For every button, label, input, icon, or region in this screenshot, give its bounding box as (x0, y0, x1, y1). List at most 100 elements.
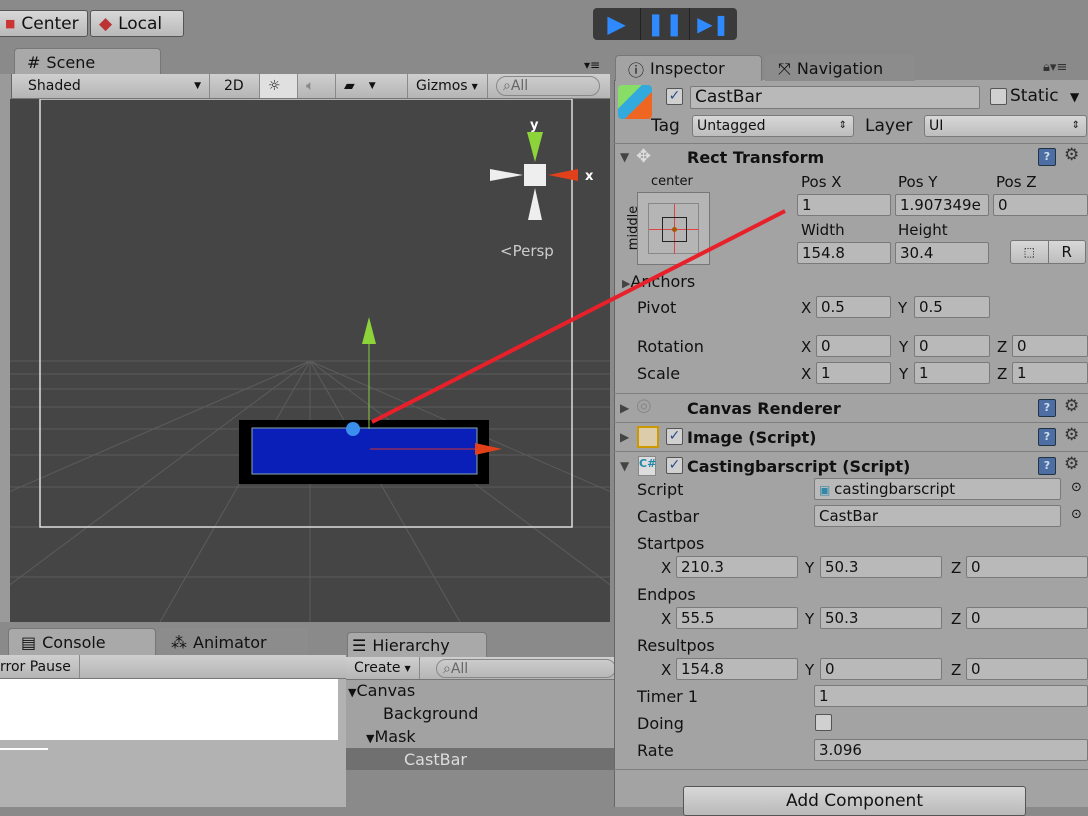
help-icon[interactable]: ? (1038, 457, 1056, 475)
step-button[interactable]: ▶❚ (690, 8, 737, 40)
lock-icon[interactable]: 🔒︎▾≡ (1043, 60, 1067, 75)
startpos-x-field[interactable]: 210.3 (676, 556, 798, 578)
rect-transform-header[interactable]: ▼ ✥ Rect Transform ? ⚙ (614, 143, 1088, 172)
rotation-z-field[interactable]: 0 (1012, 335, 1088, 357)
tab-navigation[interactable]: ⤧ Navigation (765, 55, 915, 81)
scene-search-input[interactable]: ⌕ All (496, 76, 600, 96)
hierarchy-item-canvas[interactable]: ▼Canvas (348, 680, 415, 702)
blueprint-mode-button[interactable]: ⬚ (1011, 241, 1049, 263)
image-icon: ▰ (344, 78, 355, 94)
pos-x-field[interactable]: 1 (797, 194, 891, 216)
search-icon: ⌕ (443, 660, 451, 677)
scene-viewport[interactable]: y x <Persp (10, 99, 610, 622)
gameobject-icon[interactable] (618, 85, 652, 119)
axis-label: X (801, 365, 812, 383)
gear-icon[interactable]: ⚙ (1064, 454, 1079, 474)
static-dropdown-icon[interactable]: ▼ (1070, 90, 1079, 104)
rate-field[interactable]: 3.096 (814, 739, 1088, 761)
help-icon[interactable]: ? (1038, 399, 1056, 417)
gear-icon[interactable]: ⚙ (1064, 145, 1079, 165)
canvas-renderer-header[interactable]: ▶ ◎ Canvas Renderer ? ⚙ (614, 393, 1088, 422)
castingbarscript-header[interactable]: ▼ C# ✓ Castingbarscript (Script) ? ⚙ (614, 451, 1088, 480)
script-field[interactable]: ▣ castingbarscript (814, 478, 1061, 500)
panel-menu-icon[interactable]: ▾≡ (584, 58, 600, 72)
gear-icon[interactable]: ⚙ (1064, 425, 1079, 445)
timer-label: Timer 1 (637, 687, 698, 706)
error-pause-toggle[interactable]: rror Pause (0, 655, 80, 678)
endpos-y-field[interactable]: 50.3 (820, 607, 942, 629)
help-icon[interactable]: ? (1038, 428, 1056, 446)
static-checkbox[interactable] (990, 88, 1007, 105)
tab-inspector[interactable]: ⓘ Inspector (615, 55, 762, 81)
add-component-button[interactable]: Add Component (683, 786, 1026, 816)
endpos-z-field[interactable]: 0 (966, 607, 1088, 629)
gear-icon[interactable]: ⚙ (1064, 396, 1079, 416)
pos-z-field[interactable]: 0 (993, 194, 1088, 216)
shading-dropdown[interactable]: Shaded ▼ (20, 74, 210, 98)
tag-label: Tag (651, 116, 680, 136)
pivot-label: Pivot (637, 298, 677, 317)
hierarchy-item-background[interactable]: Background (383, 703, 478, 725)
startpos-label: Startpos (637, 534, 705, 553)
search-icon: ⌕ (503, 78, 511, 94)
space-local-button[interactable]: ◆ Local (90, 10, 184, 37)
active-checkbox[interactable]: ✓ (666, 88, 683, 105)
hierarchy-item-castbar[interactable]: CastBar (346, 748, 616, 770)
raw-edit-button[interactable]: R (1049, 241, 1086, 263)
script-file-icon: ▣ (819, 483, 835, 497)
timer-field[interactable]: 1 (814, 685, 1088, 707)
resultpos-x-field[interactable]: 154.8 (676, 658, 798, 680)
pivot-x-field[interactable]: 0.5 (816, 296, 891, 318)
hierarchy-search-input[interactable]: ⌕ All (436, 659, 616, 678)
gizmos-dropdown[interactable]: Gizmos ▼ (408, 74, 488, 98)
script-enabled-checkbox[interactable]: ✓ (666, 457, 683, 474)
pos-y-field[interactable]: 1.907349e (895, 194, 989, 216)
width-field[interactable]: 154.8 (797, 242, 891, 264)
doing-checkbox[interactable] (815, 714, 832, 731)
object-name-input[interactable]: CastBar (690, 86, 980, 109)
help-icon[interactable]: ? (1038, 148, 1056, 166)
image-enabled-checkbox[interactable]: ✓ (666, 428, 683, 445)
height-field[interactable]: 30.4 (895, 242, 989, 264)
anchors-foldout[interactable]: ▶Anchors (622, 272, 695, 294)
startpos-y-field[interactable]: 50.3 (820, 556, 942, 578)
tab-animator[interactable]: ⁂ Animator (158, 628, 308, 655)
anchor-preset-button[interactable] (637, 192, 710, 265)
endpos-x-field[interactable]: 55.5 (676, 607, 798, 629)
lighting-toggle[interactable]: ☼ (260, 74, 298, 98)
tag-dropdown[interactable]: Untagged ⇕ (692, 115, 854, 137)
startpos-z-field[interactable]: 0 (966, 556, 1088, 578)
audio-toggle[interactable]: 🔈︎ (298, 74, 336, 98)
castbar-field[interactable]: CastBar (814, 505, 1061, 527)
pos-y-label: Pos Y (898, 173, 938, 191)
play-button[interactable]: ▶ (593, 8, 642, 40)
rotation-x-field[interactable]: 0 (816, 335, 891, 357)
scale-x-field[interactable]: 1 (816, 362, 891, 384)
axis-label: Y (805, 610, 815, 628)
image-icon (637, 426, 659, 448)
tab-console[interactable]: ▤ Console (8, 628, 156, 655)
image-component-header[interactable]: ▶ ✓ Image (Script) ? ⚙ (614, 422, 1088, 451)
object-picker-icon[interactable]: ⊙ (1071, 480, 1082, 495)
rotation-y-field[interactable]: 0 (914, 335, 990, 357)
pivot-y-field[interactable]: 0.5 (914, 296, 990, 318)
tab-hierarchy[interactable]: ☰ Hierarchy (347, 632, 487, 658)
resultpos-z-field[interactable]: 0 (966, 658, 1088, 680)
scene-toolbar: Shaded ▼ 2D ☼ 🔈︎ ▰ ▼ Gizmos ▼ ⌕ All (12, 74, 610, 99)
create-dropdown[interactable]: Create ▼ (346, 657, 420, 679)
castbar-label: Castbar (637, 507, 700, 526)
scale-y-field[interactable]: 1 (914, 362, 990, 384)
scale-z-field[interactable]: 1 (1012, 362, 1088, 384)
object-picker-icon[interactable]: ⊙ (1071, 507, 1082, 522)
2d-toggle[interactable]: 2D (216, 74, 260, 98)
axis-label: Y (899, 338, 909, 356)
pause-button[interactable]: ❚❚ (641, 8, 690, 40)
hierarchy-item-mask[interactable]: ▼Mask (366, 726, 416, 748)
csharp-script-icon: C# (638, 456, 656, 476)
tab-scene[interactable]: # Scene (14, 48, 161, 75)
pivot-center-button[interactable]: ■ Center (0, 10, 88, 37)
layer-dropdown[interactable]: UI ⇕ (924, 115, 1087, 137)
animator-icon: ⁂ (171, 632, 187, 652)
resultpos-y-field[interactable]: 0 (820, 658, 942, 680)
effects-dropdown[interactable]: ▰ ▼ (336, 74, 408, 98)
